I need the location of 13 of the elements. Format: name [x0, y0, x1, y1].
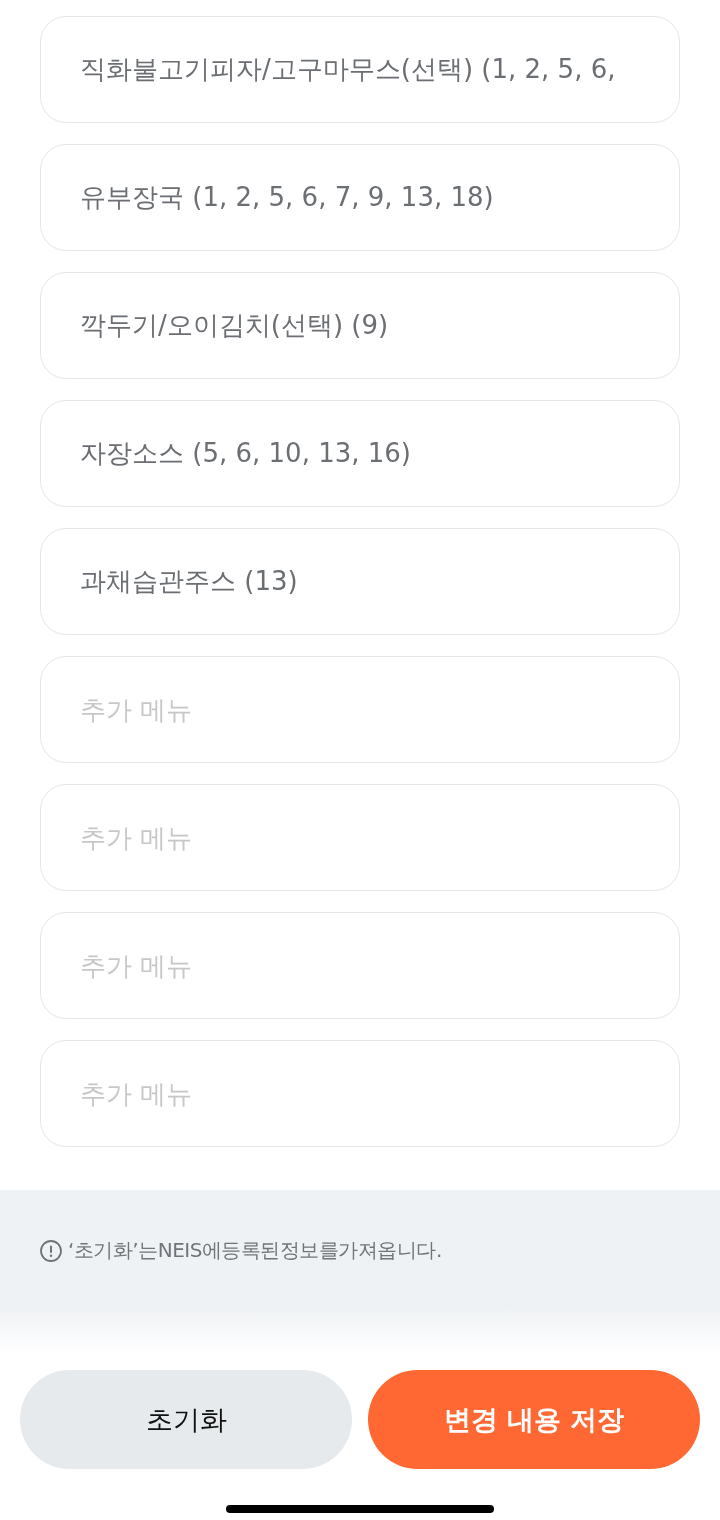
- menu-input-field[interactable]: 추가 메뉴: [40, 784, 680, 891]
- save-button[interactable]: 변경 내용 저장: [368, 1370, 700, 1469]
- menu-input-field[interactable]: 자장소스 (5, 6, 10, 13, 16): [40, 400, 680, 507]
- menu-input-field[interactable]: 깍두기/오이김치(선택) (9): [40, 272, 680, 379]
- menu-input-field[interactable]: 과채습관주스 (13): [40, 528, 680, 635]
- menu-input-field[interactable]: 직화불고기피자/고구마무스(선택) (1, 2, 5, 6,: [40, 16, 680, 123]
- reset-button[interactable]: 초기화: [20, 1370, 352, 1469]
- menu-input-field[interactable]: 추가 메뉴: [40, 912, 680, 1019]
- info-icon: [40, 1239, 62, 1262]
- menu-input-field[interactable]: 추가 메뉴: [40, 656, 680, 763]
- menu-input-field[interactable]: 추가 메뉴: [40, 1040, 680, 1147]
- menu-input-field[interactable]: 유부장국 (1, 2, 5, 6, 7, 9, 13, 18): [40, 144, 680, 251]
- notice-text: ‘초기화’는NEIS에등록된정보를가져옵니다.: [68, 1237, 442, 1264]
